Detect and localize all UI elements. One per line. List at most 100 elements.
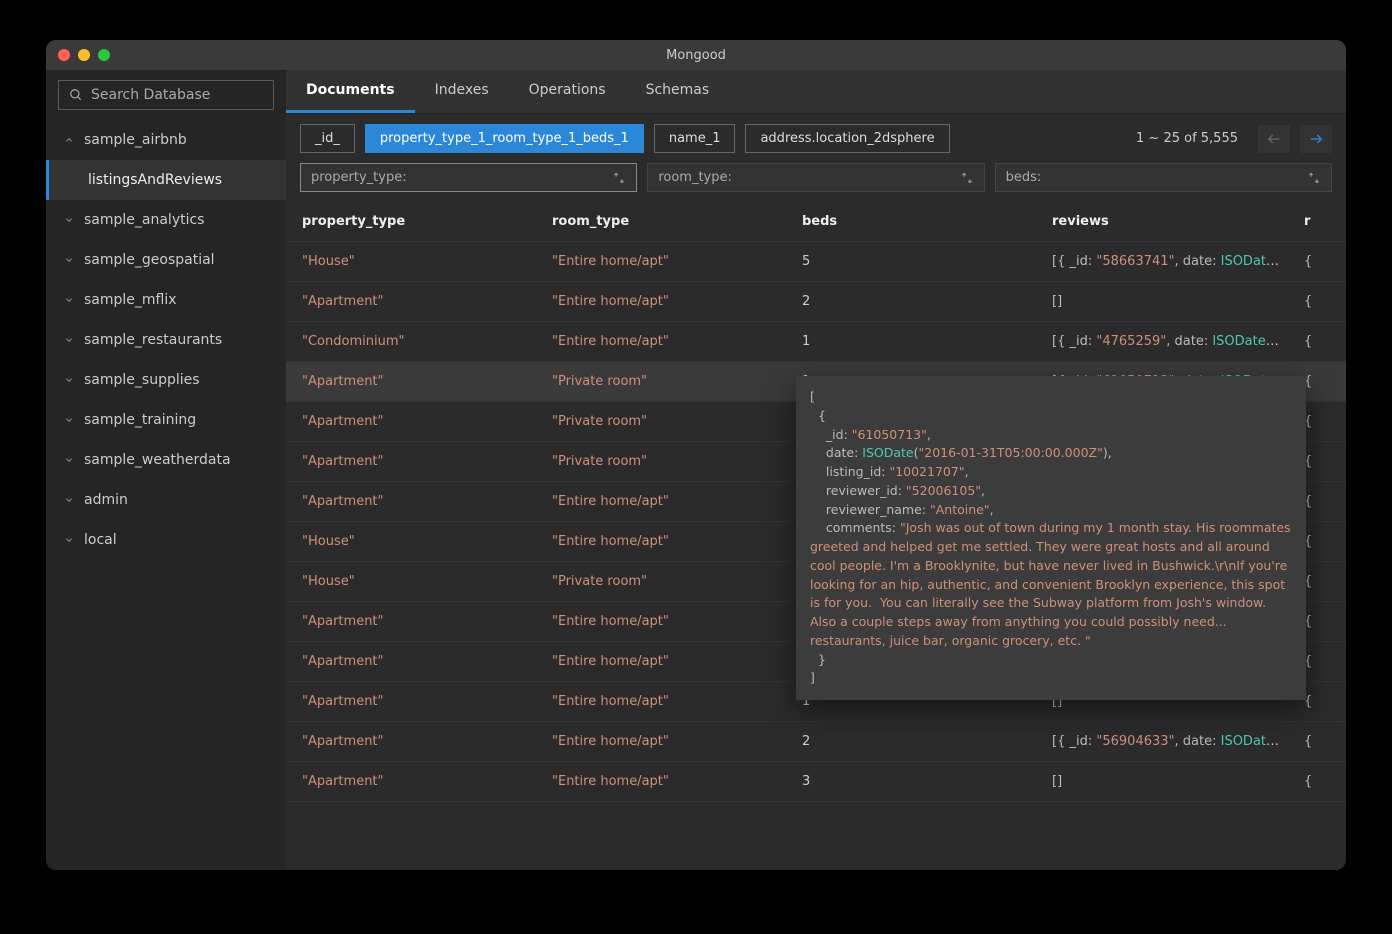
chevron-down-icon (64, 335, 74, 345)
cell-room-type: "Entire home/apt" (536, 242, 786, 281)
cell-reviews: [] (1036, 762, 1296, 801)
cell-property-type: "Apartment" (286, 762, 536, 801)
sidebar-item-sample_mflix[interactable]: sample_mflix (46, 280, 286, 320)
cell-beds: 2 (786, 282, 1036, 321)
cell-room-type: "Entire home/apt" (536, 322, 786, 361)
table-row[interactable]: "Apartment""Entire home/apt"2[{ _id: "56… (286, 722, 1346, 762)
cell-property-type: "Apartment" (286, 282, 536, 321)
table-row[interactable]: "Condominium""Entire home/apt"1[{ _id: "… (286, 322, 1346, 362)
sidebar-item-label: sample_airbnb (84, 132, 187, 148)
sidebar-item-sample_airbnb[interactable]: sample_airbnb (46, 120, 286, 160)
tab-operations[interactable]: Operations (509, 70, 626, 113)
chevron-down-icon (64, 495, 74, 505)
index-pills: _id_ property_type_1_room_type_1_beds_1 na… (300, 124, 950, 153)
cell-property-type: "Apartment" (286, 682, 536, 721)
tab-schemas[interactable]: Schemas (626, 70, 730, 113)
chevron-down-icon (64, 455, 74, 465)
table-header: property_typeroom_typebedsreviewsr (286, 202, 1346, 242)
index-pill[interactable]: name_1 (654, 124, 736, 153)
prev-page-button[interactable] (1258, 125, 1290, 153)
table-row[interactable]: "Apartment""Entire home/apt"3[]{ (286, 762, 1346, 802)
sidebar-item-label: sample_analytics (84, 212, 204, 228)
cell-overflow: { (1296, 722, 1336, 761)
filter-input[interactable]: beds: (995, 163, 1332, 192)
cell-property-type: "Apartment" (286, 402, 536, 441)
sidebar-collection-listingsAndReviews[interactable]: listingsAndReviews (46, 160, 286, 200)
cell-room-type: "Entire home/apt" (536, 282, 786, 321)
cell-room-type: "Entire home/apt" (536, 602, 786, 641)
tab-indexes[interactable]: Indexes (415, 70, 509, 113)
sidebar-item-sample_training[interactable]: sample_training (46, 400, 286, 440)
filter-input[interactable]: room_type: (647, 163, 984, 192)
cell-property-type: "House" (286, 562, 536, 601)
table-row[interactable]: "House""Entire home/apt"5[{ _id: "586637… (286, 242, 1346, 282)
search-input[interactable]: Search Database (58, 80, 274, 110)
cell-room-type: "Entire home/apt" (536, 762, 786, 801)
cell-property-type: "Apartment" (286, 362, 536, 401)
cell-beds: 3 (786, 762, 1036, 801)
cell-room-type: "Private room" (536, 442, 786, 481)
sidebar-item-label: sample_weatherdata (84, 452, 231, 468)
cell-room-type: "Private room" (536, 402, 786, 441)
chevron-up-icon (64, 135, 74, 145)
tabs: DocumentsIndexesOperationsSchemas (286, 70, 1346, 114)
window-title: Mongood (46, 48, 1346, 63)
column-header-overflow: r (1296, 202, 1336, 241)
column-header[interactable]: reviews (1036, 202, 1296, 241)
cell-overflow: { (1296, 282, 1336, 321)
table-row[interactable]: "Apartment""Entire home/apt"2[]{ (286, 282, 1346, 322)
sidebar-item-label: sample_mflix (84, 292, 177, 308)
sidebar-item-sample_restaurants[interactable]: sample_restaurants (46, 320, 286, 360)
data-table: property_typeroom_typebedsreviewsr "Hous… (286, 202, 1346, 870)
sidebar-item-label: sample_training (84, 412, 196, 428)
sort-icon (612, 171, 626, 185)
cell-property-type: "Apartment" (286, 722, 536, 761)
titlebar: Mongood (46, 40, 1346, 70)
sidebar-item-sample_geospatial[interactable]: sample_geospatial (46, 240, 286, 280)
chevron-down-icon (64, 295, 74, 305)
document-tooltip: [ { _id: "61050713", date: ISODate("2016… (796, 376, 1306, 700)
sidebar-item-label: local (84, 532, 117, 548)
sidebar: Search Database sample_airbnb listingsAnd… (46, 70, 286, 870)
chevron-down-icon (64, 415, 74, 425)
cell-beds: 2 (786, 722, 1036, 761)
cell-overflow: { (1296, 242, 1336, 281)
sidebar-item-label: admin (84, 492, 128, 508)
chevron-down-icon (64, 255, 74, 265)
cell-room-type: "Entire home/apt" (536, 522, 786, 561)
sidebar-item-local[interactable]: local (46, 520, 286, 560)
cell-room-type: "Private room" (536, 362, 786, 401)
sidebar-item-label: sample_restaurants (84, 332, 222, 348)
cell-reviews: [] (1036, 282, 1296, 321)
cell-property-type: "House" (286, 522, 536, 561)
sidebar-item-sample_supplies[interactable]: sample_supplies (46, 360, 286, 400)
tab-documents[interactable]: Documents (286, 70, 415, 113)
column-header[interactable]: beds (786, 202, 1036, 241)
column-header[interactable]: property_type (286, 202, 536, 241)
sidebar-item-admin[interactable]: admin (46, 480, 286, 520)
cell-property-type: "Condominium" (286, 322, 536, 361)
index-pill[interactable]: _id_ (300, 124, 355, 153)
cell-room-type: "Entire home/apt" (536, 482, 786, 521)
sort-icon (960, 171, 974, 185)
cell-overflow: { (1296, 762, 1336, 801)
sidebar-item-label: sample_supplies (84, 372, 200, 388)
cell-beds: 1 (786, 322, 1036, 361)
arrow-right-icon (1308, 131, 1324, 147)
cell-room-type: "Entire home/apt" (536, 722, 786, 761)
sidebar-item-sample_analytics[interactable]: sample_analytics (46, 200, 286, 240)
cell-property-type: "Apartment" (286, 602, 536, 641)
cell-reviews: [{ _id: "58663741", date: ISODate("2016-… (1036, 242, 1296, 281)
column-header[interactable]: room_type (536, 202, 786, 241)
sidebar-item-sample_weatherdata[interactable]: sample_weatherdata (46, 440, 286, 480)
cell-reviews: [{ _id: "56904633", date: ISODate("2015-… (1036, 722, 1296, 761)
index-pill[interactable]: address.location_2dsphere (745, 124, 949, 153)
cell-beds: 5 (786, 242, 1036, 281)
next-page-button[interactable] (1300, 125, 1332, 153)
cell-property-type: "House" (286, 242, 536, 281)
index-pill[interactable]: property_type_1_room_type_1_beds_1 (365, 124, 644, 153)
cell-overflow: { (1296, 322, 1336, 361)
pagination-label: 1 ~ 25 of 5,555 (1136, 131, 1238, 146)
filter-label: room_type: (658, 170, 732, 185)
filter-input[interactable]: property_type: (300, 163, 637, 192)
